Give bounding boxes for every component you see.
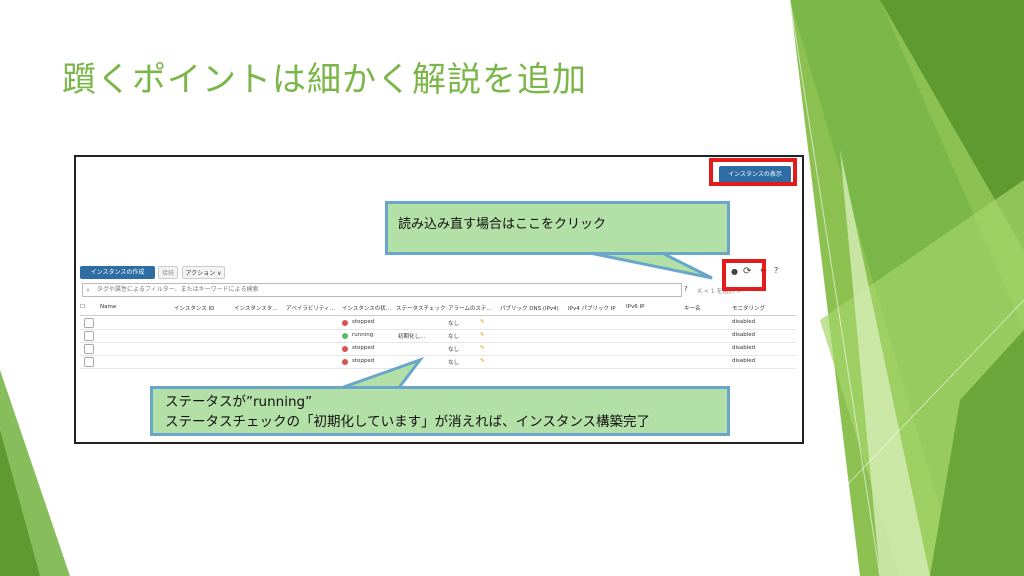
status-callout: ステータスが”running” ステータスチェックの「初期化しています」が消えれ… xyxy=(150,386,730,436)
reload-callout-text: 読み込み直す場合はここをクリック xyxy=(398,217,607,232)
reload-callout: 読み込み直す場合はここをクリック xyxy=(385,201,730,255)
status-callout-line1: ステータスが”running” xyxy=(165,394,313,410)
status-callout-line2: ステータスチェックの「初期化しています」が消えれば、インスタンス構築完了 xyxy=(165,414,651,430)
callout-tails xyxy=(337,250,713,391)
